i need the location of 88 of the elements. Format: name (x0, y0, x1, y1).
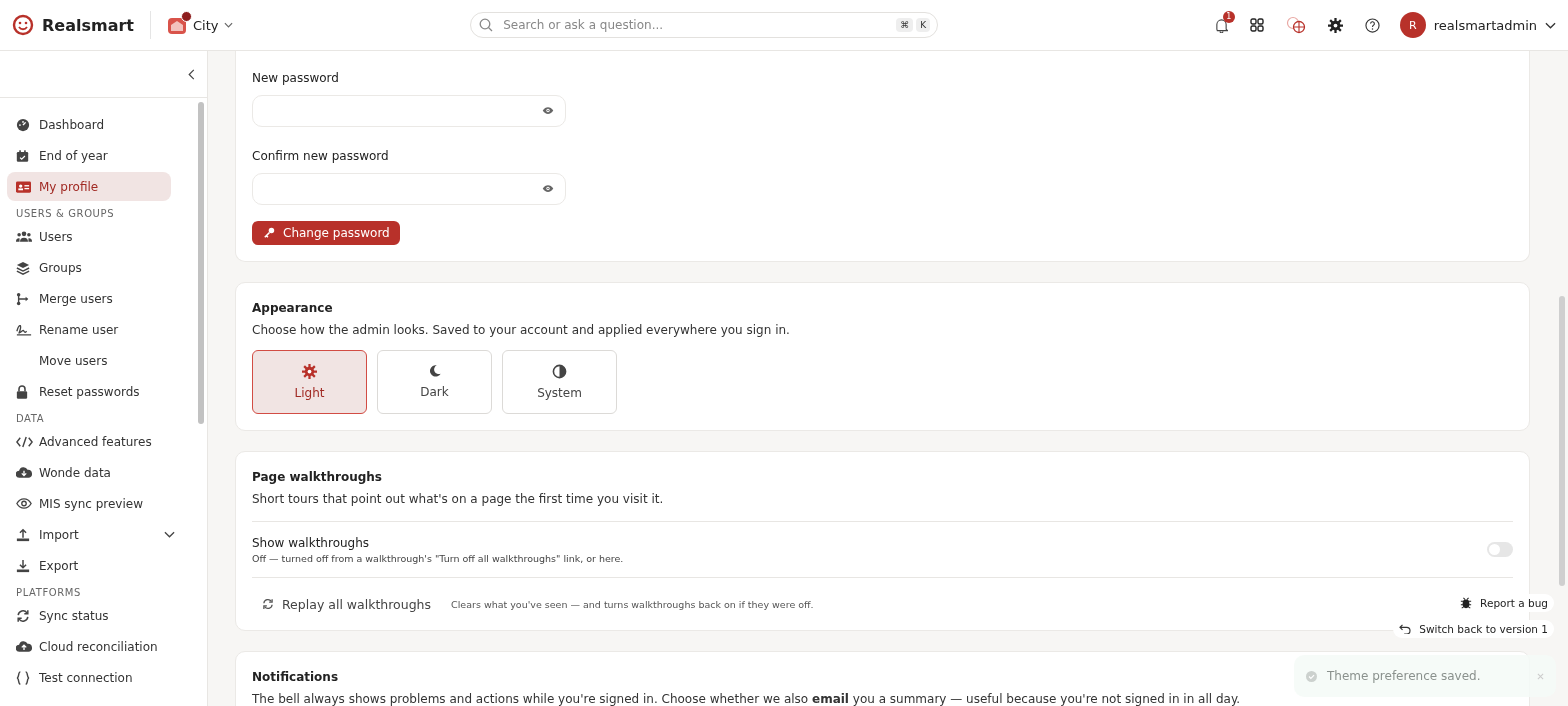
signature-icon (16, 323, 32, 336)
section-heading: USERS & GROUPS (15, 207, 116, 221)
chevron-down-icon (224, 22, 234, 28)
check-circle-icon (1306, 670, 1317, 682)
replay-walkthroughs-button[interactable]: Replay all walkthroughs (262, 596, 432, 612)
nav-item[interactable]: MIS sync preview (7, 489, 171, 518)
scrollbar-thumb[interactable] (198, 102, 204, 424)
nav-item[interactable]: My profile (7, 172, 171, 201)
download-icon (16, 558, 30, 573)
key-icon (264, 227, 275, 238)
field-label: Confirm new password (252, 149, 390, 163)
switch-version-button[interactable]: Switch back to version 1 (1393, 620, 1554, 638)
smiley-logo-icon (12, 14, 34, 36)
school-building-icon (167, 15, 187, 35)
card-title: Notifications (252, 669, 339, 684)
card-description: Short tours that point out what's on a page the first time you visit it. (252, 491, 665, 506)
theme-option[interactable]: Light (252, 349, 367, 414)
card-title: Page walkthroughs (252, 469, 382, 484)
change-password-button[interactable]: Change password (252, 220, 400, 245)
card-description: Choose how the admin looks. Saved to your account and applied everywhere you sign in. (252, 322, 791, 337)
bell-icon[interactable] (1214, 17, 1228, 33)
nav-item[interactable]: Export (7, 551, 171, 580)
nav-item[interactable]: Users (7, 222, 171, 251)
cloud-download-icon (16, 466, 32, 479)
help-icon[interactable] (1364, 17, 1380, 33)
nav-item[interactable]: Import (7, 520, 171, 549)
collapse-chevron-icon[interactable] (188, 68, 195, 80)
brand-name: Realsmart (42, 15, 134, 35)
eye-icon (16, 498, 32, 509)
notification-count-badge: 1 (1222, 10, 1235, 23)
nav-item[interactable]: Cloud reconciliation (7, 632, 171, 661)
half-circle-icon (552, 363, 567, 379)
branch-icon (16, 291, 30, 306)
password-field[interactable] (252, 173, 566, 205)
nav-item[interactable]: Test connection (7, 663, 171, 692)
theme-option[interactable]: Dark (377, 349, 492, 414)
nav-item[interactable]: Rename user (7, 315, 171, 344)
people-icon (16, 230, 32, 243)
calendar-icon (16, 148, 29, 163)
nav-item[interactable]: Dashboard (7, 110, 171, 139)
eye-icon[interactable] (542, 184, 554, 193)
toggle-switch[interactable] (1487, 542, 1513, 557)
cloud-upload-icon (16, 640, 32, 653)
layers-icon (16, 260, 30, 275)
eye-icon[interactable] (542, 106, 554, 115)
sync-icon (16, 608, 30, 623)
shortcut-key: K (916, 18, 931, 32)
chevron-down-icon (1545, 21, 1556, 29)
nav-item[interactable]: End of year (7, 141, 171, 170)
nav-item[interactable]: Groups (7, 253, 171, 282)
password-field[interactable] (252, 95, 566, 127)
card-description: The bell always shows problems and actions while you're signed in. Choose whether we also email you a summary — useful because you're not signed in in all day. (252, 691, 1242, 706)
chevron-down-icon (164, 531, 175, 538)
code-icon (16, 435, 33, 448)
settings-icon[interactable] (1327, 17, 1343, 33)
theme-option[interactable]: System (502, 349, 617, 414)
field-label: New password (252, 71, 340, 85)
grid-icon[interactable] (1249, 18, 1264, 32)
nav-item[interactable]: Move users (7, 346, 171, 375)
replay-note: Clears what you've seen — and turns walkthroughs back on if they were off. (451, 598, 814, 610)
setting-description: Off — turned off from a walkthrough's "Turn off all walkthroughs" link, or here. (252, 552, 624, 564)
scrollbar-thumb[interactable] (1559, 296, 1565, 586)
card-title: Appearance (252, 300, 333, 315)
globes-icon[interactable] (1285, 16, 1306, 34)
section-heading: DATA (15, 412, 46, 426)
gear-icon (302, 363, 317, 379)
refresh-icon (262, 598, 274, 610)
nav-item[interactable]: Merge users (7, 284, 171, 313)
undo-arrow-icon (1399, 624, 1412, 634)
user-avatar: R (1399, 12, 1426, 38)
gauge-icon (16, 117, 30, 132)
section-heading: PLATFORMS (15, 586, 82, 600)
setting-label: Show walkthroughs (252, 535, 371, 550)
id-card-icon (16, 180, 31, 193)
upload-icon (16, 527, 30, 542)
user-menu[interactable]: R realsmartadmin (1399, 12, 1556, 38)
nav-item[interactable]: Reset passwords (7, 377, 171, 406)
moon-icon (427, 364, 442, 378)
shortcut-key: ⌘ (896, 18, 914, 32)
toast-notification: Theme preference saved. (1294, 655, 1556, 697)
braces-icon (16, 670, 30, 685)
search-icon (479, 18, 494, 32)
nav-item[interactable]: Wonde data (7, 458, 171, 487)
nav-item[interactable]: Advanced features (7, 427, 171, 456)
school-switcher[interactable]: City (167, 15, 234, 35)
bug-icon (1460, 597, 1473, 609)
nav-item[interactable]: Sync status (7, 601, 171, 630)
lock-icon (16, 384, 28, 399)
